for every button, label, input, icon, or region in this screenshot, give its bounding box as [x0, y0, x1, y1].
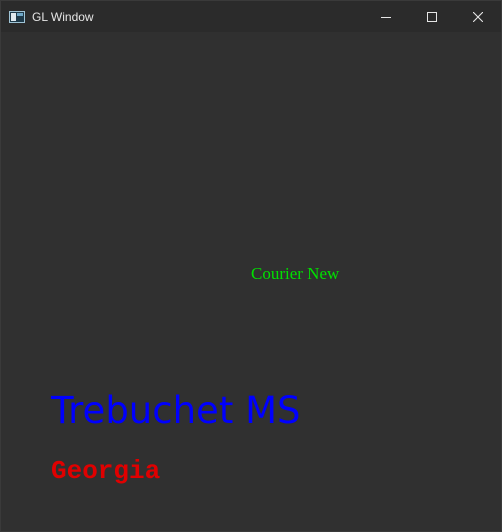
app-window-icon[interactable] — [9, 10, 25, 23]
title-bar[interactable]: GL Window — [1, 1, 501, 32]
maximize-icon — [427, 11, 437, 22]
trebuchet-ms-label: Trebuchet MS — [51, 389, 301, 432]
gl-window: GL Window Courier New Trebuchet MS Georg… — [0, 0, 502, 532]
maximize-button[interactable] — [409, 1, 455, 32]
minimize-button[interactable] — [363, 1, 409, 32]
minimize-icon — [381, 16, 391, 18]
georgia-label: Georgia — [51, 456, 161, 486]
close-button[interactable] — [455, 1, 501, 32]
close-icon — [473, 11, 483, 22]
courier-new-label: Courier New — [251, 264, 340, 283]
window-title: GL Window — [32, 9, 94, 24]
gl-canvas[interactable]: Courier New Trebuchet MS Georgia — [1, 32, 501, 531]
